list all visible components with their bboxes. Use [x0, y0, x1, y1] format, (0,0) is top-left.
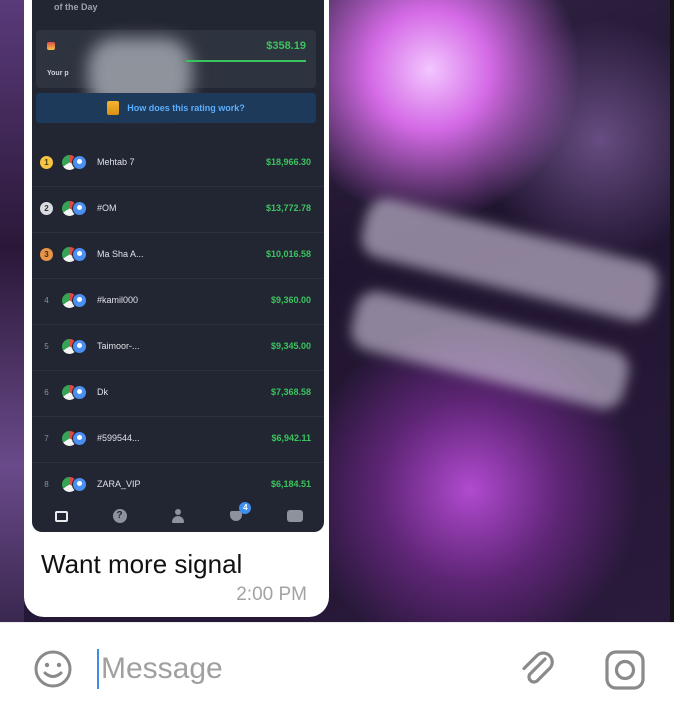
leaderboard-row: 5 Taimoor-... $9,345.00: [32, 325, 324, 371]
tab-profile: [163, 504, 193, 528]
trader-profit: $18,966.30: [265, 157, 311, 167]
trader-profit: $13,772.78: [265, 203, 311, 213]
notification-badge: 4: [239, 502, 252, 514]
camera-icon[interactable]: [603, 648, 647, 692]
message-bubble[interactable]: of the Day $358.19 Your p How does this …: [24, 0, 329, 617]
rank-number: 6: [44, 388, 49, 397]
help-icon: ?: [112, 509, 127, 523]
trader-profit: $6,184.51: [270, 479, 311, 489]
rank-number: 8: [44, 480, 49, 489]
leaderboard-row: 7 #599544... $6,942.11: [32, 417, 324, 463]
rating-info-label: How does this rating work?: [127, 103, 245, 113]
earnings-progress-bar: [186, 60, 306, 62]
avatar: [72, 201, 87, 216]
trader-name: #599544...: [97, 433, 140, 443]
trader-profit: $10,016.58: [265, 249, 311, 259]
message-input[interactable]: [101, 647, 481, 691]
avatar-group: [62, 339, 88, 354]
rank-medal-icon: 1: [40, 156, 53, 169]
avatar: [72, 247, 87, 262]
trader-name: Taimoor-...: [97, 341, 140, 351]
emoji-icon[interactable]: [33, 649, 73, 689]
earnings-your-label: Your p: [47, 70, 69, 77]
rank-medal-icon: 2: [40, 202, 53, 215]
avatar-group: [62, 155, 88, 170]
leaderboard-row: 2 #OM $13,772.78: [32, 187, 324, 233]
tab-help: ?: [105, 504, 135, 528]
rank-number: 4: [44, 296, 49, 305]
message-composer: [0, 622, 674, 715]
message-text: Want more signal: [41, 549, 243, 579]
avatar-group: [62, 477, 88, 492]
avatar-group: [62, 293, 88, 308]
attached-screenshot[interactable]: of the Day $358.19 Your p How does this …: [32, 0, 324, 532]
tab-gallery: [46, 504, 76, 528]
leaderboard-list: 1 Mehtab 7 $18,966.30 2 #OM $13,772.78 3 Ma Sha…: [32, 141, 324, 508]
screenshot-header-label: of the Day: [54, 2, 98, 12]
screenshot-tab-bar: ? 4: [32, 500, 324, 532]
avatar-group: [62, 201, 88, 216]
earnings-amount: $358.19: [266, 40, 306, 52]
wallpaper-edge: [0, 0, 24, 622]
avatar-group: [62, 247, 88, 262]
trader-name: #kamil000: [97, 295, 139, 305]
avatar: [72, 293, 87, 308]
leaderboard-row: 6 Dk $7,368.58: [32, 371, 324, 417]
avatar: [72, 155, 87, 170]
trader-profit: $7,368.58: [270, 387, 311, 397]
avatar: [72, 431, 87, 446]
wallpaper-edge: [670, 0, 674, 622]
rating-info-link[interactable]: How does this rating work?: [36, 93, 316, 123]
trader-profit: $6,942.11: [271, 433, 311, 443]
avatar: [72, 477, 87, 492]
earnings-card: $358.19 Your p: [36, 30, 316, 110]
rank-medal-icon: 3: [40, 248, 53, 261]
avatar-group: [62, 385, 88, 400]
avatar: [72, 385, 87, 400]
trader-name: Ma Sha A...: [97, 249, 144, 259]
trader-name: Dk: [97, 387, 108, 397]
rank-number: 5: [44, 342, 49, 351]
gift-icon: [107, 101, 120, 115]
trader-profit: $9,345.00: [270, 341, 311, 351]
text-cursor: [97, 649, 99, 689]
trader-name: #OM: [97, 203, 117, 213]
leaderboard-row: 4 #kamil000 $9,360.00: [32, 279, 324, 325]
person-icon: [171, 509, 184, 523]
gallery-icon: [54, 510, 68, 522]
message-timestamp: 2:00 PM: [236, 584, 307, 605]
avatar: [72, 339, 87, 354]
leaderboard-row: 1 Mehtab 7 $18,966.30: [32, 141, 324, 187]
avatar-group: [62, 431, 88, 446]
tab-more: [280, 504, 310, 528]
leaderboard-row: 3 Ma Sha A... $10,016.58: [32, 233, 324, 279]
trader-profit: $9,360.00: [270, 295, 311, 305]
paperclip-icon[interactable]: [515, 647, 559, 691]
rank-number: 7: [44, 434, 49, 443]
flag-icon: [47, 42, 55, 50]
tab-leaderboard: 4: [221, 502, 252, 528]
trader-name: ZARA_VIP: [97, 479, 141, 489]
trader-name: Mehtab 7: [97, 157, 135, 167]
more-icon: [286, 510, 303, 522]
